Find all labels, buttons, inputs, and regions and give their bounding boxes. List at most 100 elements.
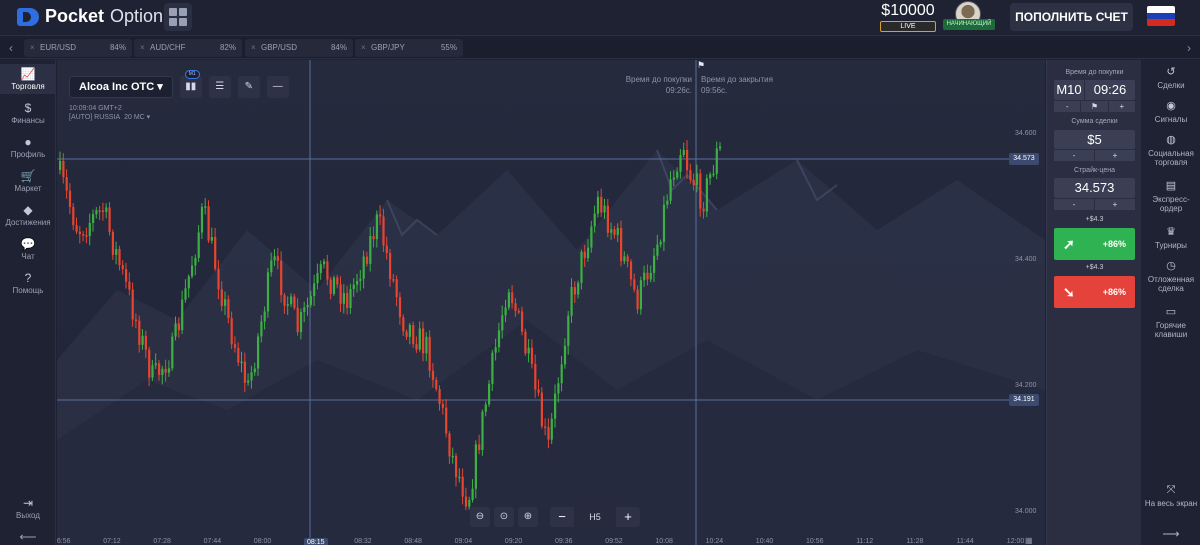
logout-button[interactable]: ⇥ Выход <box>0 496 56 522</box>
chart-info: 10:09:04 GMT+2 [AUTO] RUSSIA 20 МС ▾ <box>69 105 151 121</box>
chart-interval[interactable]: 20 МС <box>124 114 145 121</box>
drawing-button[interactable]: ✎ <box>237 76 260 98</box>
expiry-field[interactable]: M10 09:26 <box>1054 80 1135 100</box>
zoom-out-icon[interactable]: ⊖ <box>470 507 490 527</box>
amount-plus-button[interactable]: + <box>1095 150 1135 161</box>
indicators-button[interactable]: ☰ <box>208 76 231 98</box>
chart-type-button[interactable]: M1 ▮▮ <box>179 70 202 98</box>
close-icon[interactable]: × <box>30 39 35 57</box>
expiry-plus-button[interactable]: + <box>1108 101 1135 112</box>
candle <box>379 205 382 225</box>
keyboard-icon: ▭ <box>1165 306 1177 318</box>
candle <box>197 225 200 263</box>
right-nav-item[interactable]: ◉ Сигналы <box>1142 101 1200 125</box>
candle <box>290 293 293 307</box>
candle <box>253 362 256 376</box>
dollar-icon: $ <box>24 101 32 115</box>
candle <box>438 385 441 411</box>
candle <box>709 171 712 185</box>
fullscreen-button[interactable]: ⤧ На весь экран <box>1142 485 1200 509</box>
strike-minus-button[interactable]: - <box>1054 199 1094 210</box>
candle <box>610 222 613 240</box>
candle <box>633 273 636 293</box>
candle <box>270 252 273 277</box>
candle <box>686 140 689 179</box>
right-nav-item[interactable]: ◷ Отложенная сделка <box>1142 261 1200 294</box>
asset-tab[interactable]: × AUD/CHF 82% <box>134 39 242 57</box>
language-flag-icon[interactable] <box>1147 6 1175 26</box>
tabs-next-icon[interactable]: › <box>1178 37 1200 59</box>
right-nav-item[interactable]: ▭ Горячие клавиши <box>1142 306 1200 340</box>
candle <box>705 174 708 218</box>
tabs-prev-icon[interactable]: ‹ <box>0 37 22 59</box>
collapse-left-icon[interactable]: ⟵ <box>0 530 56 544</box>
candle <box>639 276 642 315</box>
expiry-flag-icon[interactable]: ⚑ <box>1081 101 1108 112</box>
buy-up-button[interactable]: ➚ +86% <box>1054 228 1135 260</box>
left-nav-item[interactable]: ● Профиль <box>0 132 56 162</box>
candle <box>629 258 633 287</box>
candle <box>554 384 557 428</box>
asset-tab[interactable]: × GBP/JPY 55% <box>355 39 463 57</box>
apps-grid-button[interactable] <box>164 3 192 31</box>
candle <box>488 380 491 407</box>
time-label: 07:28 <box>153 538 171 545</box>
left-nav-item[interactable]: $ Финансы <box>0 98 56 128</box>
zoom-in-icon[interactable]: ⊕ <box>518 507 538 527</box>
left-nav-item[interactable]: ? Помощь <box>0 268 56 298</box>
asset-select[interactable]: Alcoa Inc OTC ▾ <box>69 76 173 98</box>
candle <box>382 208 385 252</box>
asset-tab[interactable]: × GBP/USD 84% <box>245 39 353 57</box>
deposit-button[interactable]: ПОПОЛНИТЬ СЧЕТ <box>1010 3 1133 31</box>
candle <box>177 317 180 338</box>
express-icon: ▤ <box>1165 180 1177 192</box>
candle <box>679 148 682 179</box>
amount-input[interactable]: $5 <box>1054 130 1135 149</box>
more-button[interactable]: — <box>266 76 289 98</box>
candle <box>428 330 431 378</box>
zoom-reset-icon[interactable]: ⊙ <box>494 507 514 527</box>
close-icon[interactable]: × <box>361 39 366 57</box>
right-nav-item[interactable]: ◍ Социальная торговля <box>1142 135 1200 168</box>
strike-input[interactable]: 34.573 <box>1054 178 1135 198</box>
amount-minus-button[interactable]: - <box>1054 150 1094 161</box>
chart-area[interactable]: Alcoa Inc OTC ▾ M1 ▮▮ ☰ ✎ — 10:09:04 GMT… <box>57 60 1045 545</box>
close-icon[interactable]: × <box>140 39 145 57</box>
asset-tab-name: AUD/CHF <box>150 43 186 52</box>
balance[interactable]: $10000 LIVE <box>880 2 936 32</box>
time-label: Время до покупки <box>1065 69 1124 76</box>
candle <box>517 308 520 315</box>
left-nav-item[interactable]: 📈 Торговля <box>0 64 56 94</box>
right-nav-item[interactable]: ↺ Сделки <box>1142 67 1200 91</box>
candle <box>620 220 623 267</box>
asset-tab[interactable]: × EUR/USD 84% <box>24 39 132 57</box>
timeframe-plus-button[interactable]: + <box>616 507 640 527</box>
candle <box>134 313 138 329</box>
left-nav-item[interactable]: 🛒 Маркет <box>0 166 56 196</box>
close-icon[interactable]: × <box>251 39 256 57</box>
candle <box>484 401 487 417</box>
right-nav-item[interactable]: ♛ Турниры <box>1142 227 1200 251</box>
time-label: 07:44 <box>203 538 222 545</box>
candle <box>121 260 124 275</box>
candle <box>369 227 372 272</box>
candle <box>65 169 68 199</box>
candle <box>263 306 266 330</box>
candle <box>540 387 543 429</box>
left-nav-item[interactable]: 💬 Чат <box>0 234 56 264</box>
calendar-icon[interactable]: ▦ <box>1025 536 1033 545</box>
candle <box>227 295 230 324</box>
buy-down-button[interactable]: ➘ +86% <box>1054 276 1135 308</box>
right-nav-item[interactable]: ▤ Экспресс-ордер <box>1142 180 1200 214</box>
timeframe-minus-button[interactable]: − <box>550 507 574 527</box>
strike-plus-button[interactable]: + <box>1095 199 1135 210</box>
candle <box>547 418 550 449</box>
candle <box>365 251 369 267</box>
expiry-minus-button[interactable]: - <box>1054 101 1081 112</box>
brand-logo[interactable]: Pocket Option <box>17 6 163 27</box>
candle <box>653 247 656 283</box>
collapse-right-icon[interactable]: ⟶ <box>1142 528 1200 540</box>
candle <box>82 231 85 242</box>
left-nav-item[interactable]: ◆ Достижения <box>0 200 56 230</box>
right-nav: ↺ Сделки ◉ Сигналы ◍ Социальная торговля ▤ Эксп… <box>1142 60 1200 545</box>
